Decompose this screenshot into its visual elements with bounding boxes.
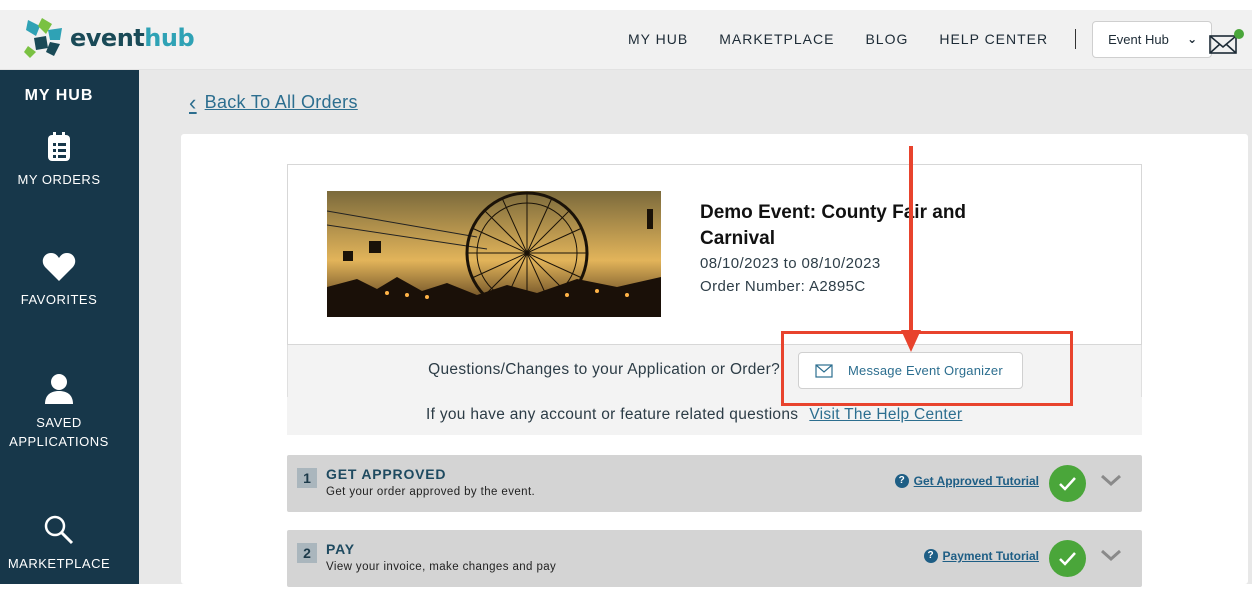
payment-tutorial-link[interactable]: ? Payment Tutorial bbox=[923, 549, 1039, 563]
event-summary: Demo Event: County Fair and Carnival 08/… bbox=[287, 164, 1142, 345]
help-circle-icon: ? bbox=[923, 549, 938, 563]
event-image bbox=[327, 191, 661, 317]
sidebar-item-label: FAVORITES bbox=[20, 292, 98, 307]
chevron-left-icon: ‹ bbox=[189, 89, 197, 115]
help-text-wrap: If you have any account or feature relat… bbox=[426, 406, 962, 424]
step-subtitle: View your invoice, make changes and pay bbox=[326, 561, 557, 573]
help-center-link[interactable]: Visit The Help Center bbox=[809, 406, 962, 423]
top-nav: MY HUB MARKETPLACE BLOG HELP CENTER Even… bbox=[628, 10, 1213, 68]
user-icon bbox=[45, 374, 73, 404]
tutorial-label: Payment Tutorial bbox=[942, 549, 1039, 563]
sidebar-item-favorites[interactable]: FAVORITES bbox=[0, 252, 118, 309]
sidebar-title: MY HUB bbox=[24, 87, 94, 104]
check-complete-icon bbox=[1049, 540, 1086, 577]
step-subtitle: Get your order approved by the event. bbox=[326, 486, 536, 498]
questions-text: Questions/Changes to your Application or… bbox=[428, 361, 780, 378]
step-number: 2 bbox=[297, 543, 317, 563]
step-pay[interactable]: 2 PAY View your invoice, make changes an… bbox=[287, 530, 1142, 587]
annotation-arrow-shaft bbox=[909, 146, 913, 336]
heart-icon bbox=[42, 253, 76, 281]
nav-blog[interactable]: BLOG bbox=[865, 31, 908, 47]
sidebar-item-label: MY ORDERS bbox=[17, 172, 101, 187]
logo-icon bbox=[24, 18, 62, 58]
help-text: If you have any account or feature relat… bbox=[426, 406, 799, 423]
orders-icon bbox=[48, 132, 70, 161]
nav-marketplace[interactable]: MARKETPLACE bbox=[719, 31, 834, 47]
nav-my-hub[interactable]: MY HUB bbox=[628, 31, 688, 47]
main-content: ‹ Back To All Orders Demo Event: County … bbox=[139, 70, 1252, 587]
help-circle-icon: ? bbox=[894, 474, 909, 488]
nav-divider bbox=[1075, 29, 1077, 49]
chevron-down-icon: ⌄ bbox=[1187, 32, 1198, 46]
step-get-approved[interactable]: 1 GET APPROVED Get your order approved b… bbox=[287, 455, 1142, 512]
envelope-icon[interactable] bbox=[1208, 28, 1244, 56]
check-complete-icon bbox=[1049, 465, 1086, 502]
get-approved-tutorial-link[interactable]: ? Get Approved Tutorial bbox=[894, 474, 1039, 488]
hub-select-value: Event Hub bbox=[1108, 31, 1169, 47]
step-title: GET APPROVED bbox=[326, 466, 447, 482]
event-dates: 08/10/2023 to 08/10/2023 bbox=[700, 255, 881, 272]
sidebar-item-label: SAVED APPLICATIONS bbox=[9, 415, 109, 449]
back-label: Back To All Orders bbox=[204, 92, 358, 112]
nav-help-center[interactable]: HELP CENTER bbox=[939, 31, 1048, 47]
event-info: Demo Event: County Fair and Carnival 08/… bbox=[700, 200, 1000, 298]
order-card: Demo Event: County Fair and Carnival 08/… bbox=[181, 134, 1248, 587]
order-number: Order Number: A2895C bbox=[700, 278, 866, 295]
eventhub-logo[interactable]: eventhub bbox=[24, 16, 195, 60]
logo-text: eventhub bbox=[70, 24, 195, 52]
tutorial-label: Get Approved Tutorial bbox=[913, 474, 1039, 488]
annotation-highlight-box bbox=[781, 331, 1073, 406]
back-to-orders-link[interactable]: ‹ Back To All Orders bbox=[189, 89, 358, 115]
event-title: Demo Event: County Fair and Carnival bbox=[700, 202, 967, 249]
sidebar-item-saved-applications[interactable]: SAVED APPLICATIONS bbox=[0, 373, 118, 451]
chevron-down-icon[interactable] bbox=[1100, 548, 1122, 562]
sidebar-item-my-orders[interactable]: MY ORDERS bbox=[0, 132, 118, 189]
hub-select-dropdown[interactable]: Event Hub ⌄ bbox=[1092, 20, 1213, 58]
chevron-down-icon[interactable] bbox=[1100, 473, 1122, 487]
sidebar: MY HUB MY ORDERS FAVORITES SAVED APPLICA… bbox=[0, 70, 139, 584]
step-number: 1 bbox=[297, 468, 317, 488]
top-bar: eventhub MY HUB MARKETPLACE BLOG HELP CE… bbox=[0, 10, 1252, 70]
sidebar-item-label: MARKETPLACE bbox=[7, 556, 111, 571]
search-icon bbox=[44, 515, 74, 545]
step-title: PAY bbox=[326, 541, 355, 557]
sidebar-item-marketplace[interactable]: MARKETPLACE bbox=[0, 514, 118, 573]
